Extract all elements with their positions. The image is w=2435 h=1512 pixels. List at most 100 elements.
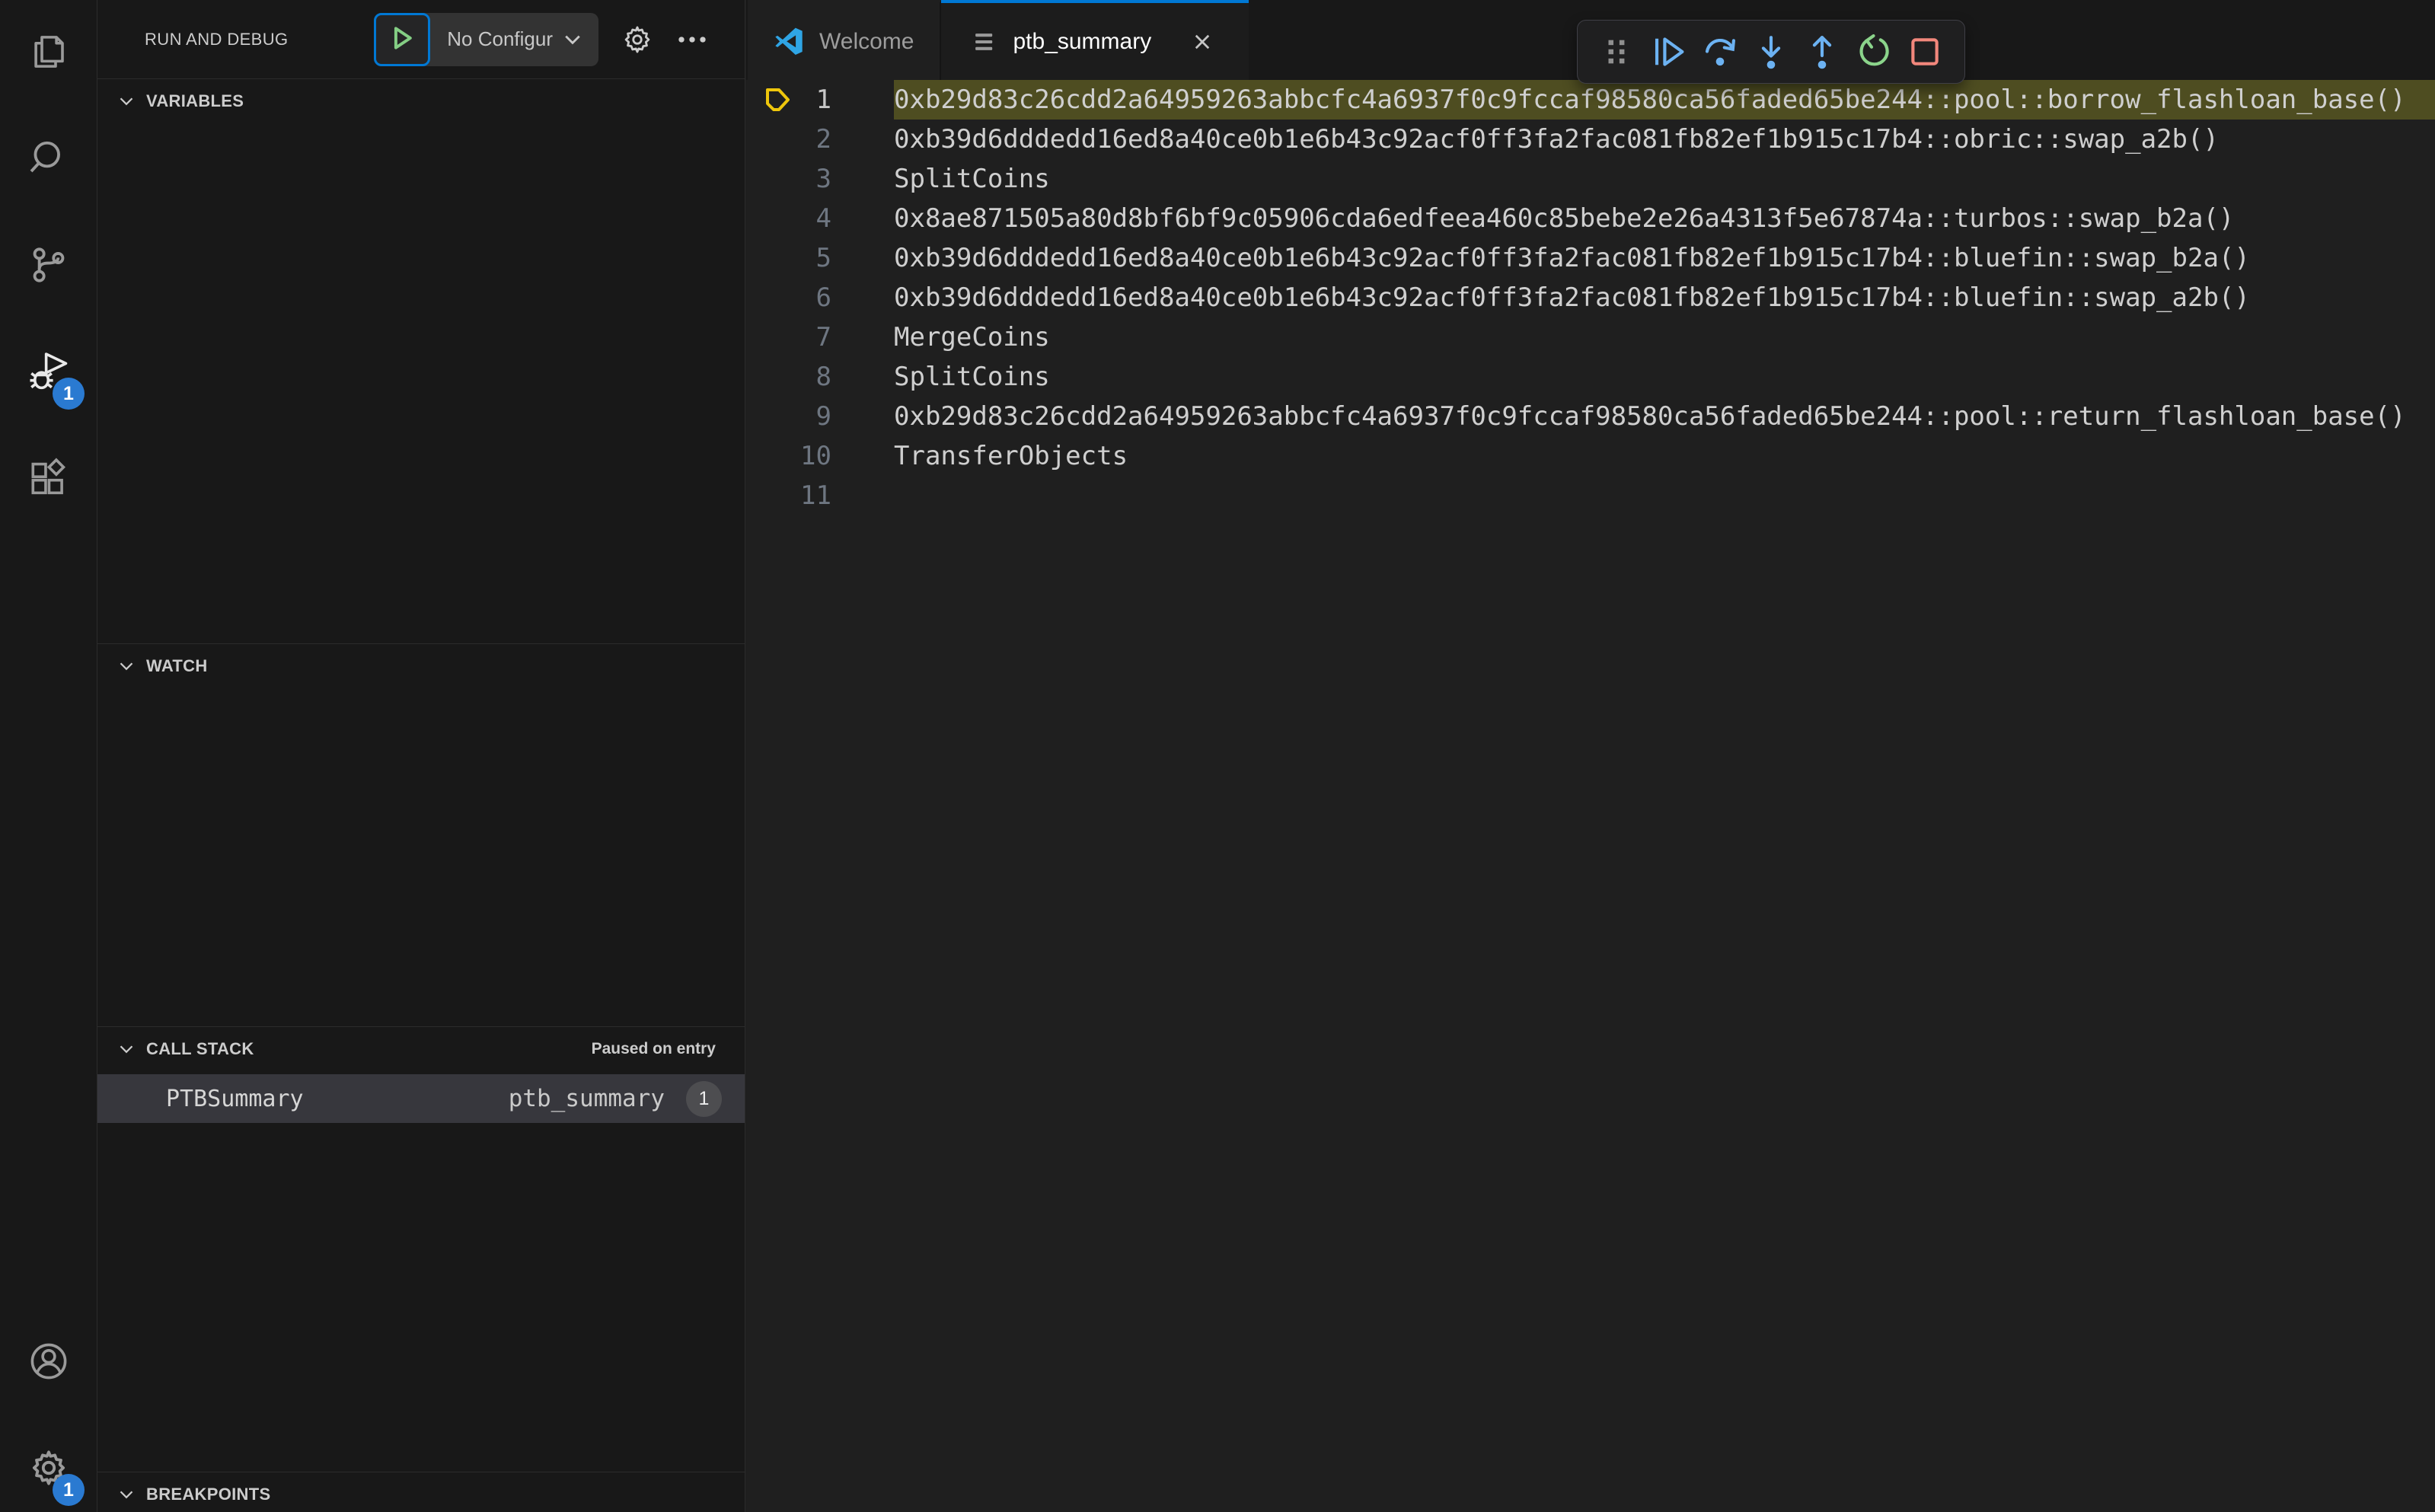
chevron-down-icon <box>562 29 583 50</box>
activity-item-explorer[interactable] <box>0 0 97 107</box>
vscode-logo-icon <box>774 27 804 56</box>
code-text[interactable]: SplitCoins <box>894 357 2435 397</box>
code-line[interactable]: 1 0xb29d83c26cdd2a64959263abbcfc4a6937f0… <box>746 80 2435 120</box>
section-breakpoints: BREAKPOINTS <box>97 1472 745 1512</box>
code-area[interactable]: 1 0xb29d83c26cdd2a64959263abbcfc4a6937f0… <box>746 80 2435 515</box>
activity-item-extensions[interactable] <box>0 426 97 533</box>
code-line[interactable]: 7 MergeCoins <box>746 317 2435 357</box>
chevron-down-icon <box>117 1040 136 1058</box>
activity-item-source-control[interactable] <box>0 213 97 320</box>
launch-configuration-control: No Configur <box>374 12 598 66</box>
restart-button[interactable] <box>1853 27 1895 76</box>
activity-bar: 1 1 <box>0 0 97 1512</box>
frame-line-badge: 1 <box>686 1080 722 1117</box>
line-number: 9 <box>815 401 831 432</box>
code-text[interactable]: TransferObjects <box>894 436 2435 476</box>
line-number: 1 <box>815 85 831 115</box>
tab-label: ptb_summary <box>1013 28 1152 54</box>
call-stack-section-label: CALL STACK <box>146 1039 254 1058</box>
code-text[interactable]: MergeCoins <box>894 317 2435 357</box>
frame-name: PTBSummary <box>166 1085 304 1112</box>
git-branch-icon <box>28 244 69 289</box>
sidebar-header: RUN AND DEBUG No Configur <box>97 0 745 78</box>
files-icon <box>28 31 69 76</box>
breakpoints-section-header[interactable]: BREAKPOINTS <box>97 1472 745 1512</box>
call-stack-section-header[interactable]: CALL STACK Paused on entry <box>97 1027 745 1071</box>
code-line[interactable]: 3 SplitCoins <box>746 159 2435 199</box>
code-line[interactable]: 2 0xb39d6dddedd16ed8a40ce0b1e6b43c92acf0… <box>746 120 2435 159</box>
line-number: 11 <box>800 480 831 511</box>
code-text[interactable]: 0xb29d83c26cdd2a64959263abbcfc4a6937f0c9… <box>894 80 2435 120</box>
code-text[interactable]: 0xb39d6dddedd16ed8a40ce0b1e6b43c92acf0ff… <box>894 278 2435 317</box>
activity-item-settings[interactable]: 1 <box>0 1416 97 1512</box>
line-number: 6 <box>815 282 831 313</box>
debug-current-line-arrow-icon <box>746 85 795 115</box>
play-icon <box>388 24 416 54</box>
section-call-stack: CALL STACK Paused on entry PTBSummary pt… <box>97 1026 745 1472</box>
code-text[interactable]: SplitCoins <box>894 159 2435 199</box>
line-number: 10 <box>800 441 831 471</box>
call-stack-frame-row[interactable]: PTBSummary ptb_summary 1 <box>97 1074 745 1123</box>
line-number: 4 <box>815 203 831 234</box>
frame-source: ptb_summary <box>508 1085 665 1112</box>
code-line[interactable]: 8 SplitCoins <box>746 357 2435 397</box>
account-icon <box>28 1341 69 1386</box>
code-text[interactable] <box>894 476 2435 515</box>
breakpoints-section-label: BREAKPOINTS <box>146 1485 271 1504</box>
activity-bar-bottom: 1 <box>0 1309 97 1512</box>
section-variables: VARIABLES <box>97 78 745 643</box>
stop-button[interactable] <box>1904 27 1946 76</box>
chevron-down-icon <box>117 92 136 110</box>
chevron-down-icon <box>117 1485 136 1504</box>
search-icon <box>28 138 69 183</box>
variables-section-label: VARIABLES <box>146 91 244 110</box>
debug-session-badge: 1 <box>53 378 85 410</box>
more-actions-button[interactable] <box>676 24 708 56</box>
step-out-button[interactable] <box>1801 27 1843 76</box>
close-icon[interactable] <box>1186 26 1218 58</box>
code-line[interactable]: 5 0xb39d6dddedd16ed8a40ce0b1e6b43c92acf0… <box>746 238 2435 278</box>
file-lines-icon <box>972 29 997 55</box>
activity-item-accounts[interactable] <box>0 1309 97 1416</box>
editor-area: Welcome ptb_summary 1 0xb29d83c26cdd2a64… <box>746 0 2435 1512</box>
code-line[interactable]: 4 0x8ae871505a80d8bf6bf9c05906cda6edfeea… <box>746 199 2435 238</box>
launch-configuration-dropdown[interactable]: No Configur <box>430 13 598 66</box>
code-line[interactable]: 10 TransferObjects <box>746 436 2435 476</box>
sidebar-title: RUN AND DEBUG <box>145 29 289 49</box>
debug-settings-gear-button[interactable] <box>621 24 653 56</box>
vscode-window: 1 1 RUN AND DEBUG No Configur VARIABLES … <box>0 0 2435 1512</box>
variables-section-header[interactable]: VARIABLES <box>97 79 745 123</box>
line-number: 2 <box>815 124 831 155</box>
line-number: 7 <box>815 322 831 352</box>
line-number: 8 <box>815 362 831 392</box>
sidebar-run-and-debug: RUN AND DEBUG No Configur VARIABLES WATC… <box>97 0 745 1512</box>
tab-ptb-summary[interactable]: ptb_summary <box>941 0 1249 80</box>
code-line[interactable]: 11 <box>746 476 2435 515</box>
line-number: 5 <box>815 243 831 273</box>
chevron-down-icon <box>117 657 136 675</box>
activity-item-search[interactable] <box>0 107 97 213</box>
line-number: 3 <box>815 164 831 194</box>
extensions-icon <box>28 458 69 502</box>
code-line[interactable]: 9 0xb29d83c26cdd2a64959263abbcfc4a6937f0… <box>746 397 2435 436</box>
settings-badge: 1 <box>53 1474 85 1506</box>
tab-welcome[interactable]: Welcome <box>748 0 942 80</box>
tab-label: Welcome <box>819 28 914 54</box>
continue-button[interactable] <box>1647 27 1690 76</box>
step-into-button[interactable] <box>1750 27 1792 76</box>
code-text[interactable]: 0xb39d6dddedd16ed8a40ce0b1e6b43c92acf0ff… <box>894 120 2435 159</box>
section-watch: WATCH <box>97 643 745 1026</box>
drag-handle-icon[interactable] <box>1596 27 1639 76</box>
code-text[interactable]: 0xb39d6dddedd16ed8a40ce0b1e6b43c92acf0ff… <box>894 238 2435 278</box>
pause-status-text: Paused on entry <box>591 1040 716 1057</box>
debug-toolbar <box>1577 20 1965 84</box>
start-debugging-button[interactable] <box>374 12 431 66</box>
step-over-button[interactable] <box>1699 27 1741 76</box>
launch-configuration-label: No Configur <box>447 27 553 50</box>
code-text[interactable]: 0xb29d83c26cdd2a64959263abbcfc4a6937f0c9… <box>894 397 2435 436</box>
code-line[interactable]: 6 0xb39d6dddedd16ed8a40ce0b1e6b43c92acf0… <box>746 278 2435 317</box>
code-text[interactable]: 0x8ae871505a80d8bf6bf9c05906cda6edfeea46… <box>894 199 2435 238</box>
watch-section-header[interactable]: WATCH <box>97 644 745 688</box>
activity-item-run-and-debug[interactable]: 1 <box>0 320 97 426</box>
watch-section-label: WATCH <box>146 656 208 675</box>
